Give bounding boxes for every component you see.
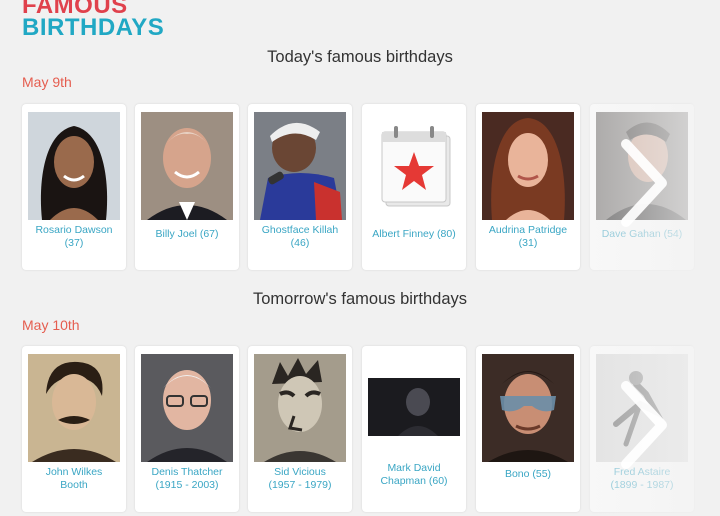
date-label-today: May 9th	[22, 74, 72, 90]
person-card-ghostface-killah[interactable]: Ghostface Killah (46)	[248, 104, 352, 270]
person-card-billy-joel[interactable]: Billy Joel (67)	[135, 104, 239, 270]
chevron-right-icon[interactable]	[612, 380, 672, 470]
section-title-today: Today's famous birthdays	[267, 48, 453, 66]
person-age[interactable]: (31)	[478, 237, 578, 250]
person-name[interactable]: Audrina Patridge	[478, 224, 578, 237]
person-card-bono[interactable]: Bono (55)	[476, 346, 580, 512]
person-card-john-wilkes-booth[interactable]: John Wilkes Booth	[22, 346, 126, 512]
person-card-mark-david-chapman[interactable]: Mark David Chapman (60)	[362, 346, 466, 512]
person-photo[interactable]	[141, 112, 233, 220]
person-age[interactable]: (1899 - 1987)	[592, 479, 692, 492]
person-age[interactable]: (46)	[250, 237, 350, 250]
person-name[interactable]: Rosario Dawson	[24, 224, 124, 237]
person-card-denis-thatcher[interactable]: Denis Thatcher (1915 - 2003)	[135, 346, 239, 512]
date-label-tomorrow: May 10th	[22, 317, 80, 333]
person-age[interactable]: (1957 - 1979)	[250, 479, 350, 492]
person-name[interactable]: Dave Gahan (54)	[592, 228, 692, 241]
person-name[interactable]: Ghostface Killah	[250, 224, 350, 237]
calendar-star-icon[interactable]	[368, 112, 460, 220]
person-name[interactable]: Billy Joel (67)	[137, 228, 237, 241]
section-title-tomorrow: Tomorrow's famous birthdays	[252, 290, 468, 308]
person-card-sid-vicious[interactable]: Sid Vicious (1957 - 1979)	[248, 346, 352, 512]
person-age[interactable]: Chapman (60)	[364, 475, 464, 488]
person-name[interactable]: Sid Vicious	[250, 466, 350, 479]
person-name[interactable]: Denis Thatcher	[137, 466, 237, 479]
site-logo[interactable]: FAMOUS BIRTHDAYS	[22, 0, 164, 40]
person-name[interactable]: Albert Finney (80)	[364, 228, 464, 241]
person-age[interactable]: (1915 - 2003)	[137, 479, 237, 492]
person-age[interactable]: (37)	[24, 237, 124, 250]
person-photo[interactable]	[28, 354, 120, 462]
person-photo[interactable]	[482, 112, 574, 220]
person-card-audrina-patridge[interactable]: Audrina Patridge (31)	[476, 104, 580, 270]
person-name[interactable]: Mark David	[364, 462, 464, 475]
person-photo[interactable]	[254, 354, 346, 462]
person-photo[interactable]	[141, 354, 233, 462]
person-card-rosario-dawson[interactable]: Rosario Dawson (37)	[22, 104, 126, 270]
person-photo[interactable]	[254, 112, 346, 220]
logo-birthdays: BIRTHDAYS	[22, 14, 165, 41]
person-photo[interactable]	[368, 354, 460, 462]
person-name[interactable]: John Wilkes	[24, 466, 124, 479]
person-name[interactable]: Bono (55)	[478, 468, 578, 481]
person-card-albert-finney[interactable]: Albert Finney (80)	[362, 104, 466, 270]
person-photo[interactable]	[482, 354, 574, 462]
person-photo[interactable]	[28, 112, 120, 220]
chevron-right-icon[interactable]	[612, 138, 672, 228]
person-age[interactable]: Booth	[24, 479, 124, 492]
